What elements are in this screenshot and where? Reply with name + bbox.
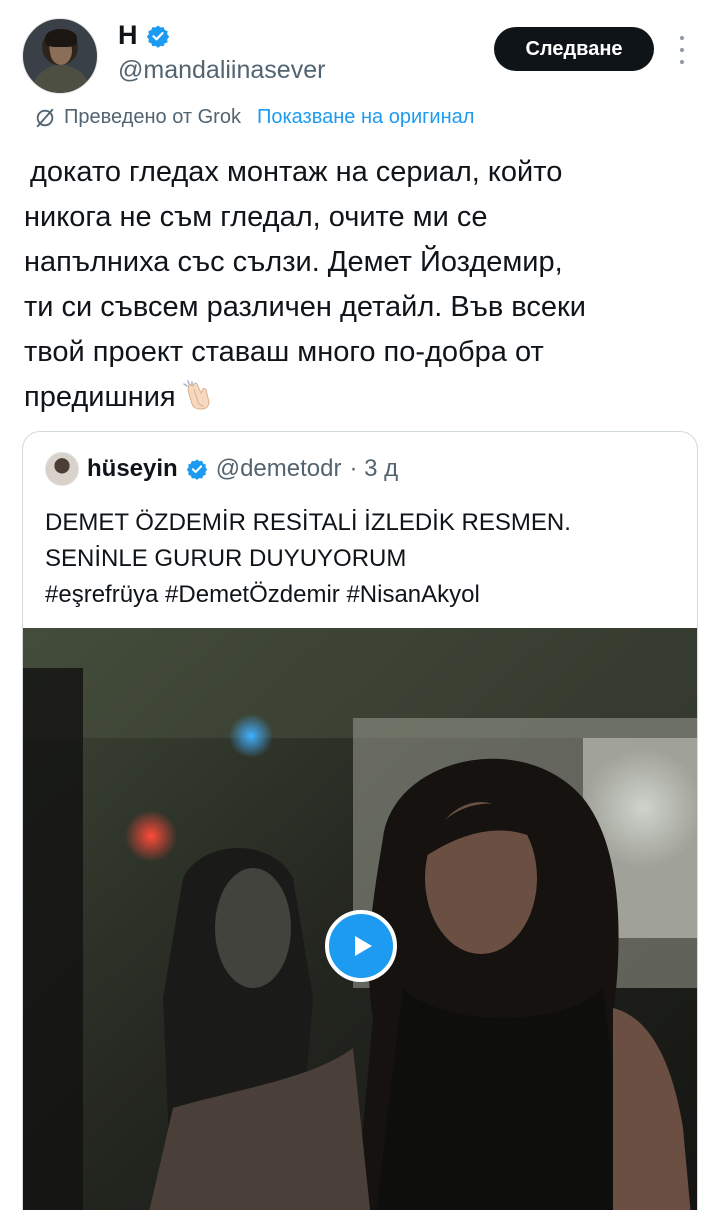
- tweet-text-line: предишния: [24, 381, 176, 413]
- verified-badge-icon: [186, 459, 207, 480]
- quoted-text-line: SENİNLE GURUR DUYUYORUM: [45, 545, 407, 572]
- tweet-text-line: напълниха със сълзи. Демет Йоздемир,: [24, 246, 563, 278]
- tweet-text: докато гледах монтаж на сериал, който ни…: [24, 150, 694, 420]
- tweet-text-last-line: предишния: [24, 375, 694, 420]
- tweet-text-line: докато гледах монтаж на сериал, който: [30, 156, 563, 188]
- quoted-timestamp[interactable]: · 3 д: [349, 455, 398, 483]
- more-options-icon[interactable]: [674, 36, 690, 64]
- follow-button[interactable]: Следване: [494, 27, 654, 71]
- translated-by-label: Преведено от Grok: [64, 106, 241, 128]
- author-avatar[interactable]: [22, 18, 98, 94]
- play-icon: [355, 936, 372, 956]
- show-original-link[interactable]: Показване на оригинал: [257, 106, 474, 129]
- tweet-text-line: ти си съвсем различен детайл. Във всеки: [24, 291, 586, 323]
- quoted-author-handle[interactable]: @demetodr: [216, 455, 342, 483]
- video-thumbnail[interactable]: [23, 628, 697, 1210]
- play-button[interactable]: [325, 910, 397, 982]
- author-handle[interactable]: @mandaliinasever: [118, 56, 325, 85]
- translation-bar: Преведено от Grok Показване на оригинал: [34, 106, 474, 129]
- quoted-author-name[interactable]: hüseyin: [87, 455, 178, 483]
- quoted-tweet[interactable]: hüseyin @demetodr · 3 д DEMET ÖZDEMİR RE…: [22, 431, 698, 1210]
- tweet-text-line: твой проект ставаш много по-добра от: [24, 336, 544, 368]
- tweet-text-line: никога не съм гледал, очите ми се: [24, 201, 488, 233]
- quoted-tweet-text: DEMET ÖZDEMİR RESİTALİ İZLEDİK RESMEN. S…: [45, 505, 685, 613]
- author-name-row[interactable]: H: [118, 20, 170, 51]
- quoted-text-hashtags[interactable]: #eşrefrüya #DemetÖzdemir #NisanAkyol: [45, 577, 685, 613]
- quoted-tweet-header: hüseyin @demetodr · 3 д: [45, 452, 398, 486]
- clapping-hands-icon: [182, 380, 210, 410]
- translate-icon: [36, 108, 54, 127]
- tweet-header: H @mandaliinasever Следване: [0, 0, 720, 100]
- quoted-text-line: DEMET ÖZDEMİR RESİTALİ İZLEDİK RESMEN.: [45, 509, 571, 536]
- quoted-author-avatar[interactable]: [45, 452, 79, 486]
- verified-badge-icon: [146, 25, 169, 48]
- author-display-name[interactable]: H: [118, 20, 138, 51]
